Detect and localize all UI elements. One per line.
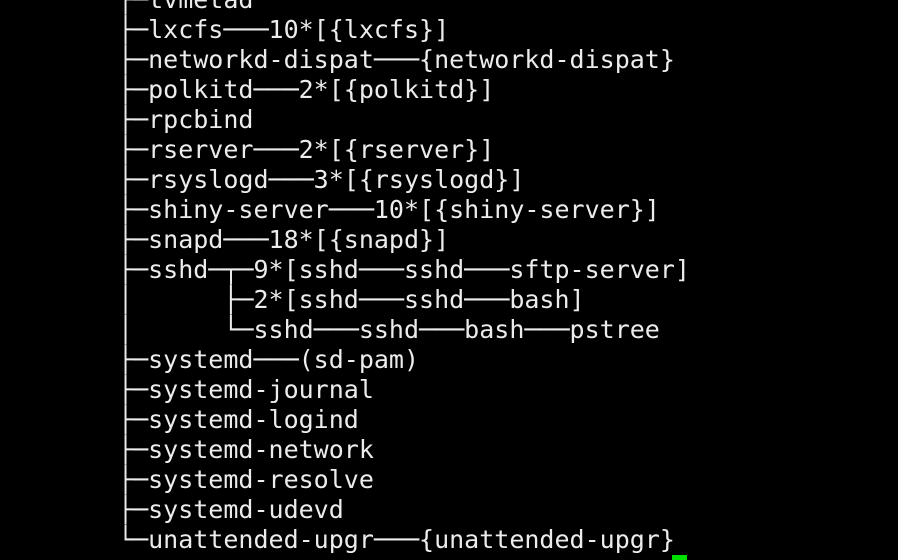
- process-tree-line: ├─systemd-logind: [118, 405, 359, 434]
- process-tree-line: ├─systemd-network: [118, 435, 374, 464]
- process-tree-line: ├─networkd-dispat───{networkd-dispat}: [118, 45, 675, 74]
- process-tree-line: │ ├─2*[sshd───sshd───bash]: [118, 285, 585, 314]
- process-tree-line: ├─rpcbind: [118, 105, 254, 134]
- process-tree-line: ├─systemd-udevd: [118, 495, 344, 524]
- process-tree-line: ├─sshd─┬─9*[sshd───sshd───sftp-server]: [118, 255, 690, 284]
- terminal-cursor: [672, 555, 687, 560]
- process-tree-line: ├─snapd───18*[{snapd}]: [118, 225, 450, 254]
- process-tree-line: ├─systemd-resolve: [118, 465, 374, 494]
- process-tree-line: ├─systemd───(sd-pam): [118, 345, 420, 374]
- process-tree-line: ├─polkitd───2*[{polkitd}]: [118, 75, 495, 104]
- process-tree-line: ├─lxcfs───10*[{lxcfs}]: [118, 15, 450, 44]
- process-tree-line: │ └─sshd───sshd───bash───pstree: [118, 315, 660, 344]
- process-tree-line: └─unattended-upgr───{unattended-upgr}: [118, 525, 675, 554]
- process-tree-line: ├─tvmetad: [118, 0, 690, 15]
- process-tree-line: ├─rserver───2*[{rserver}]: [118, 135, 495, 164]
- process-tree-line: ├─systemd-journal: [118, 375, 374, 404]
- process-tree-line: ├─rsyslogd───3*[{rsyslogd}]: [118, 165, 525, 194]
- terminal-output: ├─tvmetad ├─lxcfs───10*[{lxcfs}] ├─netwo…: [118, 0, 690, 555]
- process-tree-line: ├─shiny-server───10*[{shiny-server}]: [118, 195, 660, 224]
